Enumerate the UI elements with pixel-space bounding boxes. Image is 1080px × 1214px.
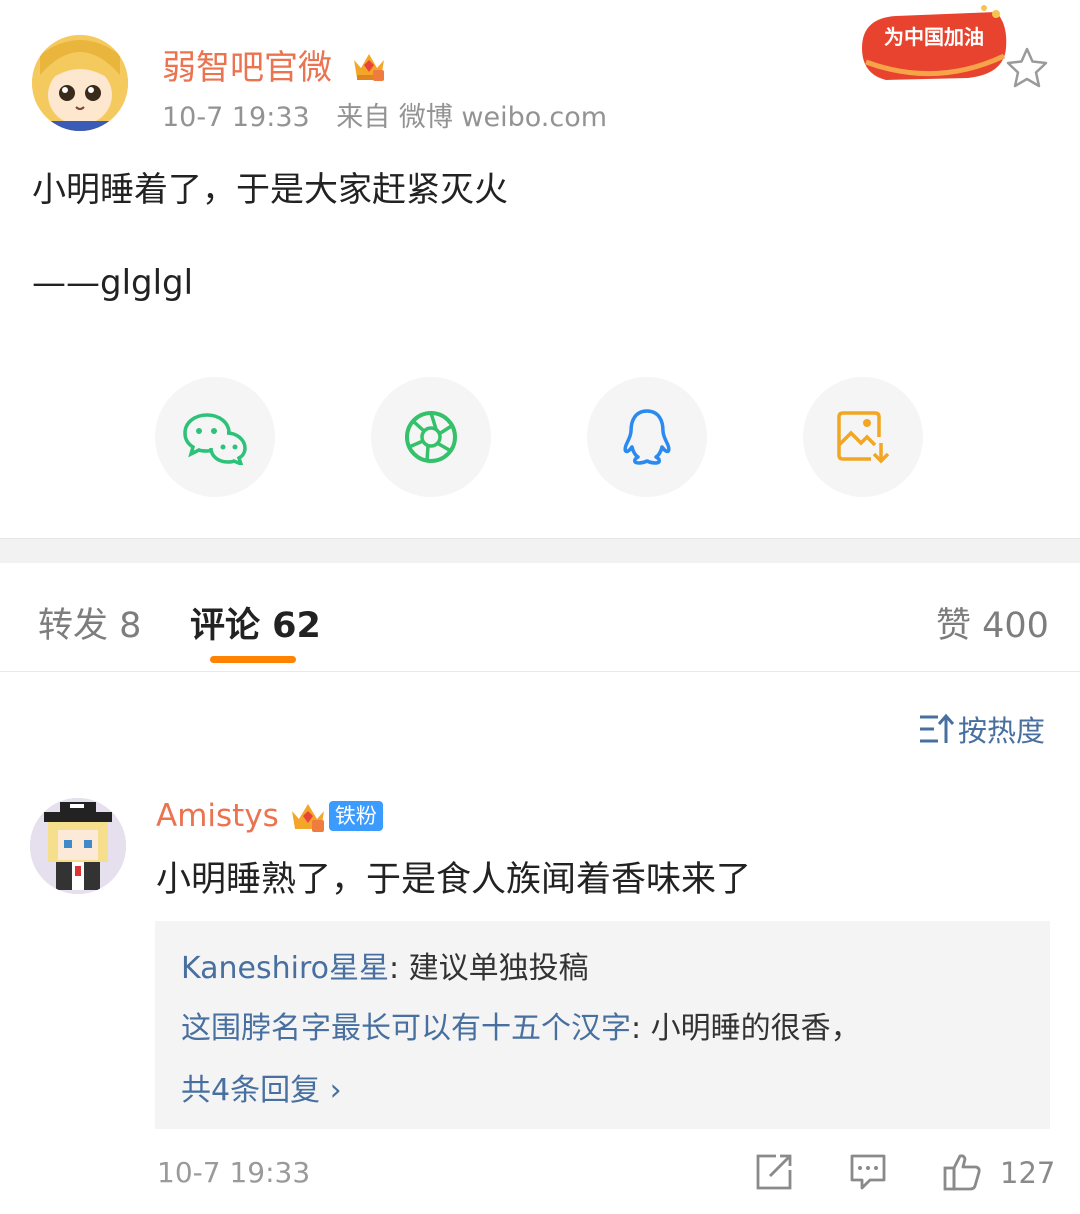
qq-icon — [623, 409, 671, 465]
moments-icon — [405, 411, 457, 463]
post-time: 10-7 19:33 — [162, 102, 310, 133]
reply-item[interactable]: Kaneshiro星星: 建议单独投稿 — [181, 943, 589, 987]
promo-banner[interactable]: 为中国加油 — [856, 4, 1014, 86]
reply-item[interactable]: 这围脖名字最长可以有十五个汉字: 小明睡的很香， — [181, 1003, 861, 1047]
section-divider — [0, 538, 1080, 563]
replies-box[interactable]: Kaneshiro星星: 建议单独投稿 这围脖名字最长可以有十五个汉字: 小明睡… — [155, 921, 1050, 1129]
reply-text: : 小明睡的很香， — [631, 1011, 861, 1046]
reply-text: : 建议单独投稿 — [389, 951, 589, 986]
vip-crown-icon — [289, 798, 327, 834]
share-moments-button[interactable] — [371, 377, 491, 497]
fan-badge: 铁粉 — [328, 801, 383, 831]
post-meta: 10-7 19:33 来自 微博 weibo.com — [162, 95, 607, 134]
active-tab-indicator — [210, 656, 296, 663]
tabs-divider — [0, 671, 1080, 672]
reply-user[interactable]: Kaneshiro星星 — [181, 951, 389, 986]
sort-icon — [920, 713, 954, 743]
share-wechat-button[interactable] — [155, 377, 275, 497]
commenter-name-text[interactable]: Amistys — [156, 798, 279, 834]
promo-text: 为中国加油 — [884, 25, 984, 49]
reply-user[interactable]: 这围脖名字最长可以有十五个汉字 — [181, 1011, 631, 1046]
post-text-line2: ——glglgl — [32, 263, 194, 303]
comment-time: 10-7 19:33 — [157, 1156, 311, 1189]
share-qq-button[interactable] — [587, 377, 707, 497]
like-count: 127 — [1000, 1156, 1056, 1190]
like-thumb-icon[interactable] — [942, 1152, 982, 1192]
author-name-text[interactable]: 弱智吧官微 — [162, 48, 332, 88]
sort-button[interactable]: 按热度 — [918, 708, 1045, 750]
more-replies-link[interactable]: 共4条回复 › — [181, 1065, 342, 1109]
wechat-icon — [183, 413, 247, 465]
sort-label[interactable]: 按热度 — [958, 708, 1045, 750]
tab-comment[interactable]: 评论 62 — [190, 597, 321, 648]
author-name[interactable]: 弱智吧官微 — [162, 40, 387, 91]
repost-icon[interactable] — [754, 1152, 794, 1192]
author-avatar[interactable] — [32, 35, 128, 131]
vip-crown-icon — [351, 48, 387, 91]
tab-repost[interactable]: 转发 8 — [38, 597, 141, 648]
comment-reply-icon[interactable] — [848, 1152, 888, 1192]
post-text-line1: 小明睡着了，于是大家赶紧灭火 — [32, 170, 508, 210]
post-source: 来自 微博 weibo.com — [336, 102, 608, 133]
favorite-star-icon[interactable] — [1004, 45, 1050, 91]
save-image-icon — [837, 411, 890, 464]
commenter-avatar[interactable] — [30, 798, 126, 894]
comment-text: 小明睡熟了，于是食人族闻着香味来了 — [156, 860, 752, 900]
commenter-name[interactable]: Amistys 铁粉 — [156, 798, 383, 834]
tab-like[interactable]: 赞 400 — [936, 597, 1049, 648]
save-image-button[interactable] — [803, 377, 923, 497]
